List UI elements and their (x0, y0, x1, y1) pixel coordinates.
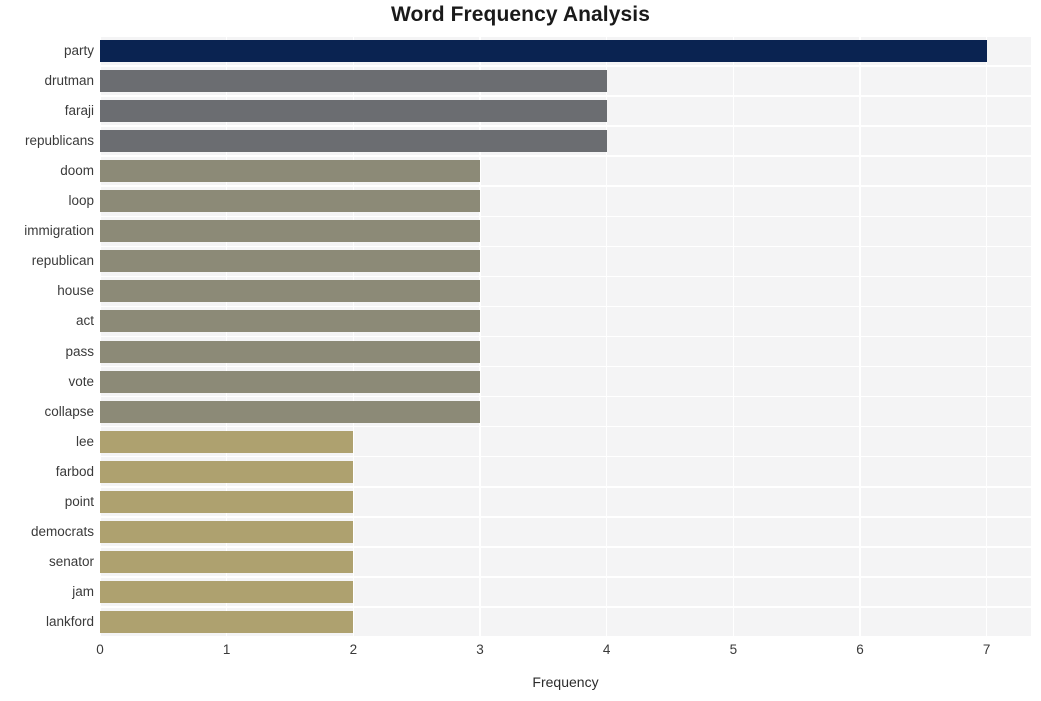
bar (100, 370, 480, 393)
bars-layer (100, 36, 1031, 637)
y-tick-label: collapse (44, 403, 94, 419)
y-tick-label: senator (48, 553, 94, 569)
bar (100, 550, 354, 573)
bar (100, 460, 354, 483)
chart-title: Word Frequency Analysis (390, 3, 651, 26)
bar (100, 100, 607, 123)
bar (100, 130, 607, 153)
bar (100, 520, 354, 543)
bar (100, 400, 480, 423)
bar (100, 580, 354, 603)
y-tick-label: faraji (64, 103, 94, 119)
y-tick-label: democrats (30, 523, 94, 539)
y-tick-label: jam (72, 583, 94, 599)
bar (100, 430, 354, 453)
x-axis-tick-labels: 0 1 2 3 4 5 6 7 (96, 642, 1031, 665)
y-tick-label: republicans (24, 133, 94, 149)
x-tick-label: 1 (222, 642, 231, 657)
word-frequency-bar-chart: Word Frequency Analysis party drutman fara… (0, 0, 1041, 701)
x-tick-label: 2 (349, 642, 358, 657)
y-tick-label: loop (68, 193, 94, 209)
y-tick-label: act (75, 313, 94, 329)
bar (100, 160, 480, 183)
y-tick-label: party (63, 43, 94, 59)
bar (100, 190, 480, 213)
x-tick-label: 3 (476, 642, 484, 657)
bar (100, 310, 480, 333)
x-axis-title: Frequency (532, 674, 599, 690)
y-tick-label: immigration (24, 223, 94, 239)
y-tick-label: vote (68, 373, 94, 389)
bar (100, 70, 607, 93)
y-tick-label: point (64, 493, 94, 509)
y-tick-label: farbod (55, 463, 94, 479)
y-tick-label: lee (75, 433, 94, 449)
x-tick-label: 5 (729, 642, 738, 657)
x-tick-label: 0 (96, 642, 104, 657)
bar (100, 610, 354, 633)
bar (100, 250, 480, 273)
y-tick-label: lankford (45, 613, 94, 629)
plot-area (99, 35, 1031, 638)
y-tick-label: pass (65, 343, 94, 359)
y-tick-label: house (57, 283, 94, 299)
bar (100, 280, 480, 303)
bar (100, 220, 480, 243)
x-tick-label: 7 (982, 642, 991, 657)
bar (100, 490, 354, 513)
x-tick-label: 4 (602, 642, 611, 657)
y-axis-tick-labels: party drutman faraji republicans doom loop imm… (0, 36, 94, 637)
y-tick-label: drutman (44, 73, 94, 89)
y-tick-label: republican (31, 253, 94, 269)
bar (100, 340, 480, 363)
x-tick-label: 6 (856, 642, 864, 657)
bar (100, 40, 987, 63)
y-tick-label: doom (60, 163, 94, 179)
